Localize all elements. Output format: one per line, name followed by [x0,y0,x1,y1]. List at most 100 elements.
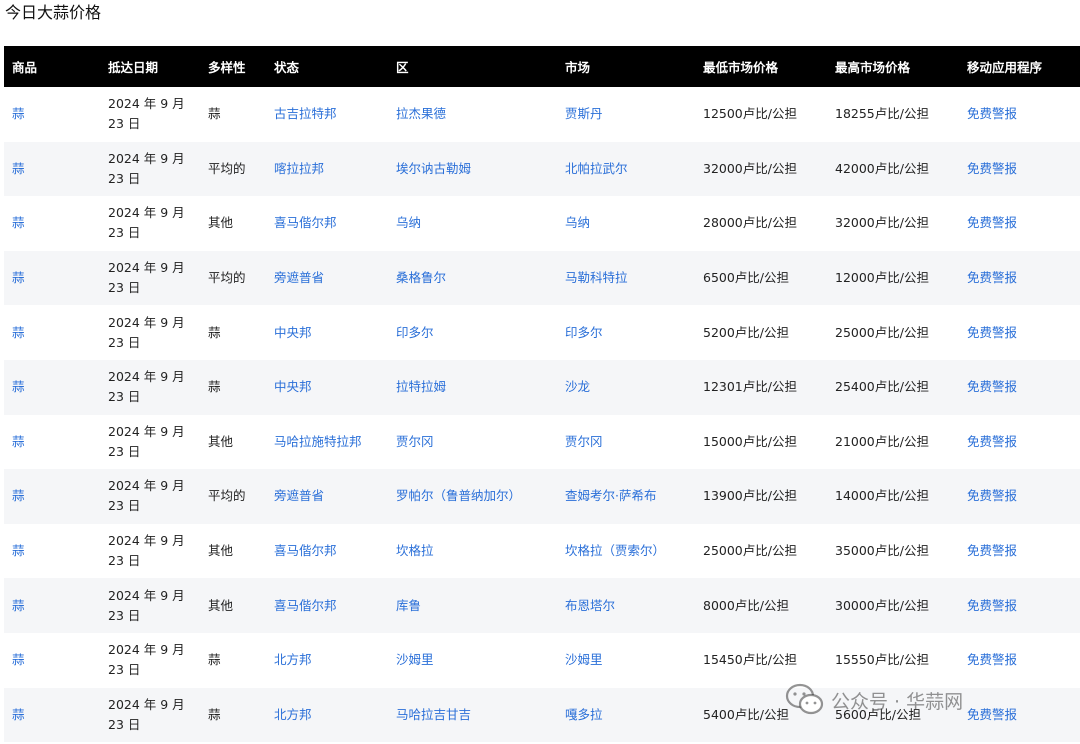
date-line-2: 23 日 [108,716,141,732]
date-line-1: 2024 年 9 月 [108,533,185,549]
cell-max-price: 25000卢比/公担 [835,324,929,340]
cell-market[interactable]: 贾斯丹 [557,87,695,142]
cell-state[interactable]: 马哈拉施特拉邦 [266,415,388,470]
cell-commodity[interactable]: 蒜 [4,415,100,470]
cell-district[interactable]: 埃尔讷古勒姆 [388,142,557,197]
cell-commodity[interactable]: 蒜 [4,251,100,306]
cell-commodity[interactable]: 蒜 [4,578,100,633]
cell-variety: 平均的 [208,270,246,286]
cell-free-alert-link[interactable]: 免费警报 [959,251,1080,306]
column-header-mobile-app[interactable]: 移动应用程序 [959,46,1080,87]
cell-free-alert-link[interactable]: 免费警报 [959,524,1080,579]
cell-min-price: 28000卢比/公担 [703,215,797,231]
cell-variety: 其他 [208,215,234,231]
cell-commodity[interactable]: 蒜 [4,142,100,197]
cell-market[interactable]: 布恩塔尔 [557,578,695,633]
cell-free-alert-link[interactable]: 免费警报 [959,87,1080,142]
column-header-state[interactable]: 状态 [266,46,388,87]
cell-min-price: 12301卢比/公担 [703,379,797,395]
cell-district[interactable]: 乌纳 [388,196,557,251]
cell-district[interactable]: 贾尔冈 [388,415,557,470]
table-row: 蒜 2024 年 9 月 23 日其他 马哈拉施特拉邦 贾尔冈 贾尔冈 15000卢比/公担… [4,414,1080,470]
date-line-2: 23 日 [108,334,141,350]
cell-market[interactable]: 查姆考尔·萨希布 [557,469,695,524]
cell-free-alert-link[interactable]: 免费警报 [959,305,1080,360]
cell-free-alert-link[interactable]: 免费警报 [959,578,1080,633]
cell-market[interactable]: 贾尔冈 [557,415,695,470]
cell-market[interactable]: 嘎多拉 [557,688,695,743]
cell-state[interactable]: 旁遮普省 [266,469,388,524]
column-header-min-price[interactable]: 最低市场价格 [695,46,827,87]
column-header-market[interactable]: 市场 [557,46,695,87]
cell-free-alert-link[interactable]: 免费警报 [959,415,1080,470]
cell-commodity[interactable]: 蒜 [4,633,100,688]
cell-district[interactable]: 库鲁 [388,578,557,633]
cell-commodity[interactable]: 蒜 [4,524,100,579]
cell-state[interactable]: 喜马偕尔邦 [266,578,388,633]
column-header-commodity[interactable]: 商品 [4,46,100,87]
cell-arrival-date: 2024 年 9 月 23 日 [100,415,200,470]
cell-arrival-date: 2024 年 9 月 23 日 [100,251,200,306]
column-header-variety[interactable]: 多样性 [200,46,266,87]
cell-commodity[interactable]: 蒜 [4,305,100,360]
cell-market[interactable]: 沙龙 [557,360,695,415]
cell-arrival-date: 2024 年 9 月 23 日 [100,578,200,633]
date-line-1: 2024 年 9 月 [108,96,185,112]
cell-commodity[interactable]: 蒜 [4,196,100,251]
cell-free-alert-link[interactable]: 免费警报 [959,142,1080,197]
cell-min-price: 32000卢比/公担 [703,160,797,176]
column-header-district[interactable]: 区 [388,46,557,87]
table-row: 蒜 2024 年 9 月 23 日 其他 喜马偕尔邦 库鲁 布恩塔尔 8000卢比/公担 300… [4,578,1080,633]
cell-max-price: 15550卢比/公担 [835,652,929,668]
table-row: 蒜 2024 年 9 月 23 日蒜古吉拉特邦 拉杰果德 贾斯丹 12500卢比/公担 18… [4,87,1080,142]
cell-district[interactable]: 拉特拉姆 [388,360,557,415]
cell-market[interactable]: 马勒科特拉 [557,251,695,306]
cell-free-alert-link[interactable]: 免费警报 [959,196,1080,251]
column-header-arrival-date[interactable]: 抵达日期 [100,46,200,87]
cell-state[interactable]: 北方邦 [266,688,388,743]
table-row: 蒜 2024 年 9 月 23 日 平均的 旁遮普省 罗帕尔（鲁普纳加尔） 查姆考尔·萨希布… [4,469,1080,524]
date-line-2: 23 日 [108,225,141,241]
cell-commodity[interactable]: 蒜 [4,688,100,743]
cell-state[interactable]: 中央邦 [266,305,388,360]
date-line-1: 2024 年 9 月 [108,205,185,221]
date-line-1: 2024 年 9 月 [108,587,185,603]
cell-variety: 其他 [208,597,234,613]
date-line-2: 23 日 [108,607,141,623]
cell-market[interactable]: 沙姆里 [557,633,695,688]
cell-state[interactable]: 喀拉拉邦 [266,142,388,197]
cell-free-alert-link[interactable]: 免费警报 [959,688,1080,743]
cell-free-alert-link[interactable]: 免费警报 [959,633,1080,688]
table-row: 蒜 2024 年 9 月 23 日 平均的 喀拉拉邦 埃尔讷古勒姆 北帕拉武尔 32000卢比… [4,141,1080,197]
cell-commodity[interactable]: 蒜 [4,87,100,142]
cell-district[interactable]: 桑格鲁尔 [388,251,557,306]
cell-district[interactable]: 坎格拉 [388,524,557,579]
cell-district[interactable]: 马哈拉吉甘吉 [388,688,557,743]
cell-state[interactable]: 喜马偕尔邦 [266,196,388,251]
cell-district[interactable]: 拉杰果德 [388,87,557,142]
cell-commodity[interactable]: 蒜 [4,469,100,524]
cell-district[interactable]: 印多尔 [388,305,557,360]
cell-commodity[interactable]: 蒜 [4,360,100,415]
cell-state[interactable]: 旁遮普省 [266,251,388,306]
cell-market[interactable]: 北帕拉武尔 [557,142,695,197]
cell-min-price: 5200卢比/公担 [703,324,790,340]
cell-state[interactable]: 古吉拉特邦 [266,87,388,142]
cell-state[interactable]: 中央邦 [266,360,388,415]
cell-market[interactable]: 坎格拉（贾索尔） [557,524,695,579]
date-line-2: 23 日 [108,443,141,459]
table-row: 蒜 2024 年 9 月 23 日蒜北方邦 沙姆里 沙姆里 15450卢比/公担 15550… [4,632,1080,688]
cell-market[interactable]: 印多尔 [557,305,695,360]
cell-market[interactable]: 乌纳 [557,196,695,251]
cell-arrival-date: 2024 年 9 月 23 日 [100,633,200,688]
cell-free-alert-link[interactable]: 免费警报 [959,360,1080,415]
cell-state[interactable]: 北方邦 [266,633,388,688]
cell-district[interactable]: 罗帕尔（鲁普纳加尔） [388,469,557,524]
column-header-max-price[interactable]: 最高市场价格 [827,46,959,87]
cell-district[interactable]: 沙姆里 [388,633,557,688]
table-row: 蒜 2024 年 9 月 23 日蒜北方邦 马哈拉吉甘吉 嘎多拉 5400卢比/公担 560… [4,687,1080,743]
cell-free-alert-link[interactable]: 免费警报 [959,469,1080,524]
date-line-2: 23 日 [108,553,141,569]
cell-state[interactable]: 喜马偕尔邦 [266,524,388,579]
cell-min-price: 5400卢比/公担 [703,706,790,722]
